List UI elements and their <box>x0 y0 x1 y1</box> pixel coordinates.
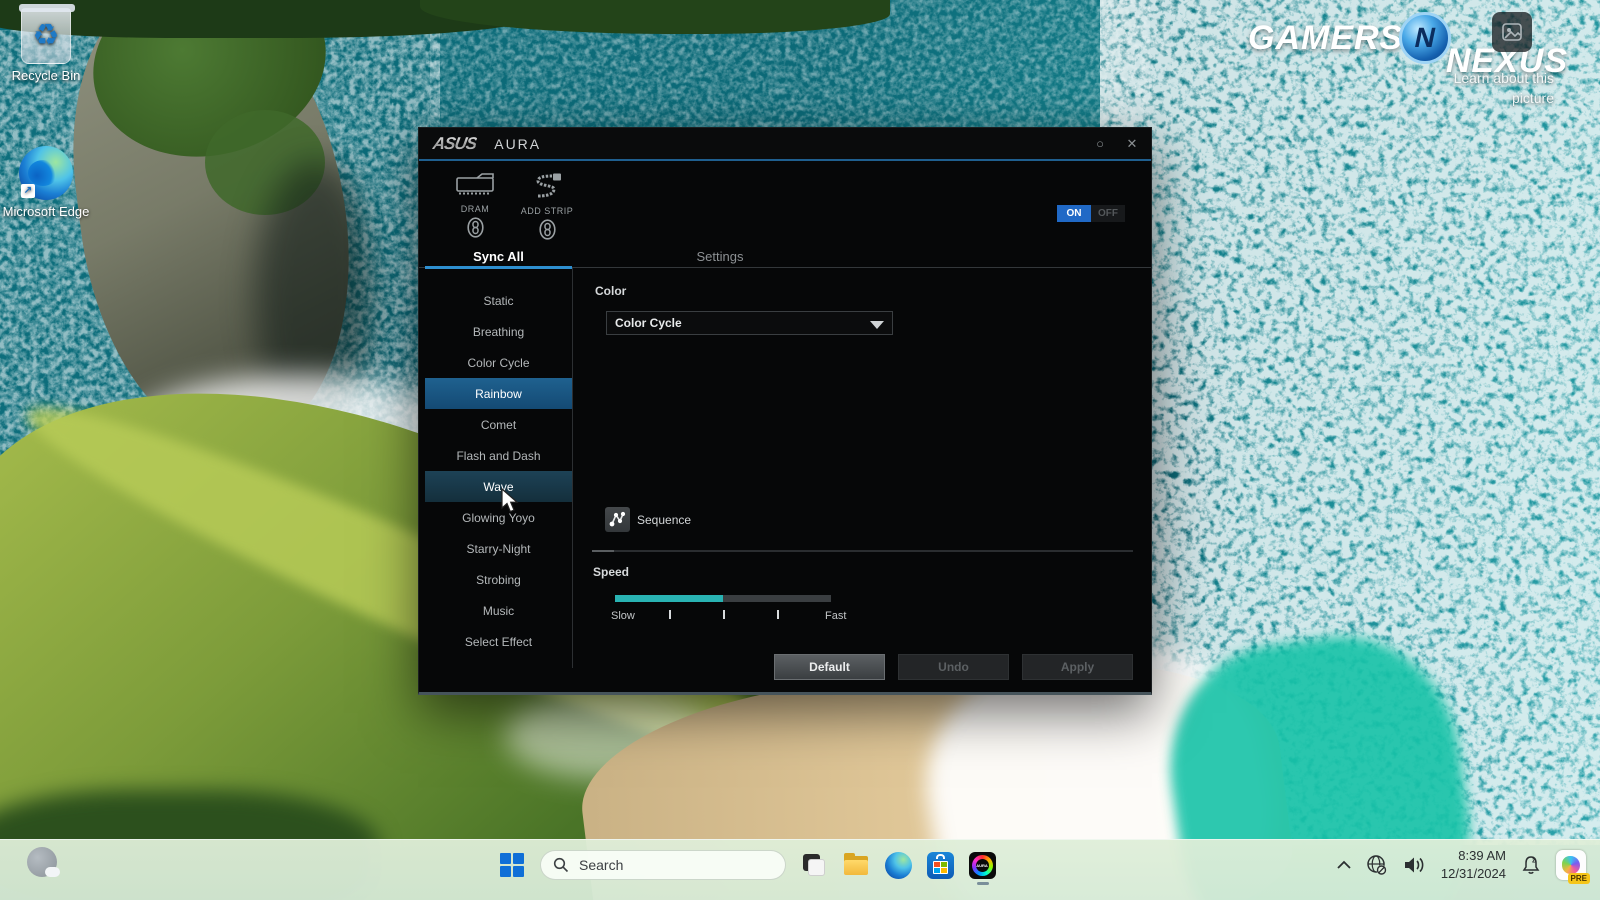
effect-sidebar: Static Breathing Color Cycle Rainbow Com… <box>425 285 572 657</box>
watermark-gamers: GAMERS <box>1248 19 1403 58</box>
device-toolbar: DRAM ADD STRIP <box>419 163 1151 243</box>
search-placeholder: Search <box>579 857 623 873</box>
volume-icon[interactable] <box>1402 854 1428 876</box>
color-dropdown-value: Color Cycle <box>615 316 682 330</box>
store-icon <box>927 852 954 879</box>
add-strip-link-icon[interactable] <box>511 219 583 245</box>
slider-slow-label: Slow <box>611 610 635 622</box>
task-view-button[interactable] <box>800 851 828 879</box>
tab-sync-all[interactable]: Sync All <box>425 245 572 267</box>
tray-chevron-up-icon[interactable] <box>1336 860 1352 870</box>
tab-bar: Sync All Settings <box>419 245 1151 268</box>
edge-label: Microsoft Edge <box>0 204 92 219</box>
sequence-icon <box>608 510 627 529</box>
chevron-down-icon <box>870 321 884 329</box>
desktop-icon-recycle-bin[interactable]: ♻ Recycle Bin <box>0 8 92 83</box>
tray-date: 12/31/2024 <box>1441 865 1506 883</box>
sequence-label: Sequence <box>637 513 691 527</box>
add-strip-label: ADD STRIP <box>511 206 583 216</box>
sidebar-item-select-effect[interactable]: Select Effect <box>425 626 572 657</box>
windows-logo-icon <box>500 853 524 877</box>
sidebar-item-starry-night[interactable]: Starry-Night <box>425 533 572 564</box>
window-title: AURA <box>494 136 541 152</box>
power-toggle[interactable]: ON OFF <box>1057 205 1125 222</box>
device-add-strip[interactable]: ADD STRIP <box>511 173 583 245</box>
dram-link-icon[interactable] <box>439 217 511 243</box>
undo-button[interactable]: Undo <box>898 654 1009 680</box>
sidebar-item-rainbow[interactable]: Rainbow <box>425 378 572 409</box>
gamers-nexus-emblem-icon: N <box>1399 12 1451 64</box>
sequence-button[interactable] <box>605 507 630 532</box>
sidebar-item-music[interactable]: Music <box>425 595 572 626</box>
led-strip-icon <box>530 173 564 199</box>
slider-fast-label: Fast <box>825 610 846 622</box>
sidebar-item-comet[interactable]: Comet <box>425 409 572 440</box>
tab-settings[interactable]: Settings <box>572 245 868 267</box>
taskbar: Search AURA <box>0 839 1600 900</box>
desktop-icon-microsoft-edge[interactable]: ↗ Microsoft Edge <box>0 146 92 219</box>
copilot-icon <box>1562 856 1580 874</box>
slider-tick-1 <box>669 610 671 619</box>
apply-button[interactable]: Apply <box>1022 654 1133 680</box>
folder-icon <box>842 851 870 879</box>
sidebar-item-flash-and-dash[interactable]: Flash and Dash <box>425 440 572 471</box>
shortcut-arrow-icon: ↗ <box>21 184 35 198</box>
mouse-cursor <box>501 488 523 514</box>
sidebar-item-glowing-yoyo[interactable]: Glowing Yoyo <box>425 502 572 533</box>
search-icon <box>553 857 569 873</box>
dram-icon <box>455 173 495 197</box>
svg-text:z: z <box>1532 858 1536 865</box>
tray-clock[interactable]: 8:39 AM 12/31/2024 <box>1441 847 1506 882</box>
recycle-bin-label: Recycle Bin <box>0 68 92 83</box>
tray-time: 8:39 AM <box>1441 847 1506 865</box>
weather-widget-icon[interactable] <box>27 847 57 877</box>
copilot-pre-badge: PRE <box>1568 873 1590 884</box>
recycle-bin-icon: ♻ <box>21 8 71 64</box>
sidebar-item-strobing[interactable]: Strobing <box>425 564 572 595</box>
notification-bell-icon[interactable]: z <box>1519 853 1543 877</box>
spotlight-widget[interactable] <box>1492 12 1532 52</box>
landscape-icon <box>1501 21 1523 43</box>
sidebar-item-static[interactable]: Static <box>425 285 572 316</box>
microsoft-store-button[interactable] <box>926 851 954 879</box>
edge-icon: ↗ <box>19 146 73 200</box>
file-explorer-button[interactable] <box>842 851 870 879</box>
device-dram[interactable]: DRAM <box>439 173 511 243</box>
sidebar-item-color-cycle[interactable]: Color Cycle <box>425 347 572 378</box>
default-button[interactable]: Default <box>774 654 885 680</box>
dram-label: DRAM <box>439 204 511 214</box>
search-input[interactable]: Search <box>540 850 786 880</box>
start-button[interactable] <box>498 851 526 879</box>
panel-divider <box>592 550 1133 552</box>
edge-taskbar-button[interactable] <box>884 851 912 879</box>
speed-label: Speed <box>593 565 629 579</box>
speed-slider-fill <box>615 595 723 602</box>
close-button[interactable]: ✕ <box>1123 136 1141 152</box>
copilot-button[interactable]: PRE <box>1556 850 1586 880</box>
sidebar-divider <box>572 268 573 668</box>
asus-logo: ASUS <box>431 134 478 154</box>
sidebar-item-breathing[interactable]: Breathing <box>425 316 572 347</box>
titlebar[interactable]: ASUS AURA ○ ✕ <box>419 128 1151 161</box>
minimize-button[interactable]: ○ <box>1091 136 1109 151</box>
slider-tick-2 <box>723 610 725 619</box>
toggle-on[interactable]: ON <box>1057 205 1091 222</box>
color-label: Color <box>595 284 626 298</box>
network-globe-icon[interactable] <box>1365 853 1389 877</box>
toggle-off[interactable]: OFF <box>1091 205 1125 222</box>
speed-slider[interactable] <box>615 595 831 602</box>
edge-icon-taskbar <box>885 852 912 879</box>
sidebar-item-wave[interactable]: Wave <box>425 471 572 502</box>
aura-taskbar-button[interactable]: AURA <box>968 851 996 879</box>
spotlight-label[interactable]: Learn about this picture <box>1432 68 1554 109</box>
color-dropdown[interactable]: Color Cycle <box>606 311 893 335</box>
aura-app-icon: AURA <box>969 852 996 879</box>
aura-window: ASUS AURA ○ ✕ DRAM <box>418 127 1152 695</box>
task-view-icon <box>801 852 827 878</box>
slider-tick-3 <box>777 610 779 619</box>
